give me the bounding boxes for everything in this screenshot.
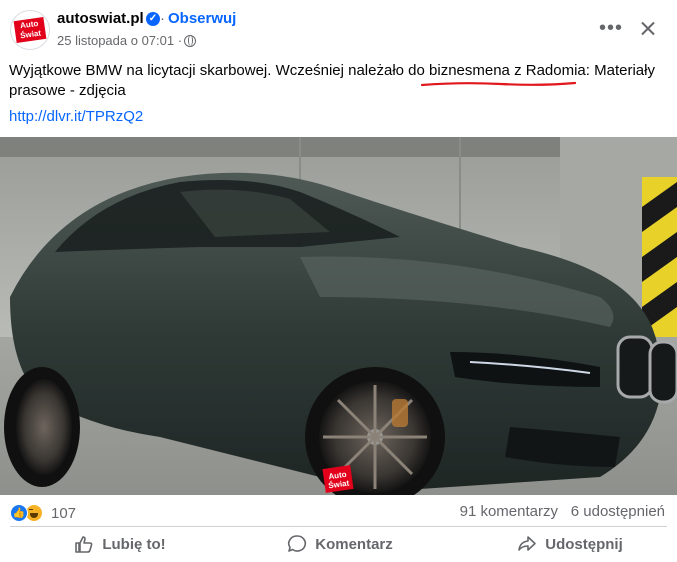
share-button[interactable]: Udostępnij — [495, 530, 645, 558]
autoswiat-logo: Auto Świat — [13, 17, 47, 43]
post-text-before: Wyjątkowe BMW na licytacji skarbowej. Wc… — [9, 62, 430, 79]
page-avatar[interactable]: Auto Świat — [10, 10, 50, 50]
follow-button[interactable]: Obserwuj — [168, 10, 236, 27]
autoswiat-watermark: Auto Świat — [322, 465, 354, 493]
comment-button[interactable]: Komentarz — [275, 530, 405, 558]
thumbs-up-icon — [75, 536, 93, 553]
reactions-summary[interactable]: 👍 107 — [10, 502, 76, 524]
like-label: Lubię to! — [102, 535, 166, 553]
facebook-post: Auto Świat autoswiat.pl ✓ · Obserwuj 25 … — [0, 0, 677, 562]
post-photo[interactable]: Auto Świat — [0, 137, 677, 495]
share-label: Udostępnij — [545, 535, 623, 553]
bmw-car-photo: Auto Świat — [0, 137, 677, 495]
verified-badge-icon: ✓ — [146, 12, 160, 26]
comment-bubble-icon — [288, 535, 307, 552]
name-separator: · — [160, 10, 165, 27]
actions-divider — [10, 526, 667, 527]
page-name[interactable]: autoswiat.pl — [57, 10, 144, 27]
comments-count[interactable]: 91 komentarzy — [460, 503, 558, 520]
post-link[interactable]: http://dlvr.it/TPRzQ2 — [9, 108, 143, 125]
comment-label: Komentarz — [315, 535, 393, 553]
like-reaction-icon: 👍 — [10, 504, 28, 522]
more-icon[interactable]: ••• — [598, 17, 624, 43]
close-icon[interactable] — [636, 17, 660, 41]
post-timestamp[interactable]: 25 listopada o 07:01 · — [57, 33, 182, 48]
post-header: Auto Świat autoswiat.pl ✓ · Obserwuj 25 … — [0, 0, 677, 56]
share-arrow-icon — [518, 536, 537, 551]
reaction-count: 107 — [51, 504, 77, 522]
shares-count[interactable]: 6 udostępnień — [571, 503, 665, 520]
globe-icon — [184, 35, 196, 47]
red-underline-annotation — [421, 81, 576, 87]
post-text-highlight: biznesmena z Radomia — [429, 62, 586, 79]
like-button[interactable]: Lubię to! — [60, 530, 180, 558]
